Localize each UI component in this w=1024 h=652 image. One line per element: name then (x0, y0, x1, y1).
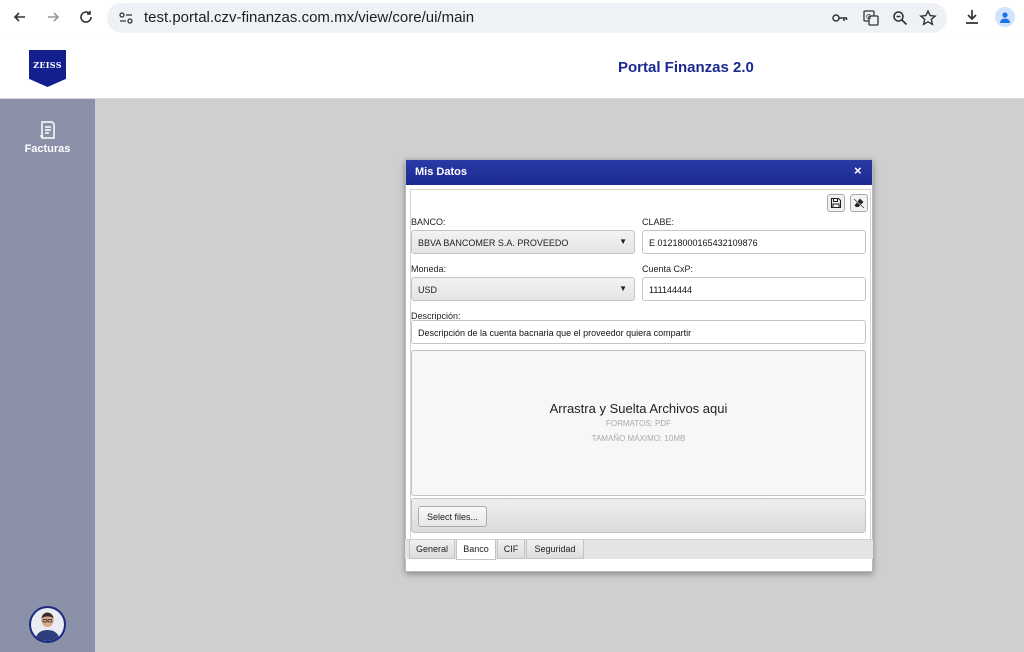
close-icon[interactable]: × (854, 164, 862, 178)
receipt-icon (39, 121, 55, 139)
zeiss-logo[interactable]: ZEISS (29, 50, 66, 87)
site-settings-icon[interactable] (117, 9, 135, 27)
app-title: Portal Finanzas 2.0 (618, 59, 754, 76)
app-header: ZEISS Portal Finanzas 2.0 (0, 38, 1024, 99)
tab-strip: General Banco CIF Seguridad (405, 539, 873, 560)
cuenta-cxp-input[interactable]: 111144444 (642, 277, 866, 301)
sidebar-item-facturas[interactable]: Facturas (0, 119, 95, 164)
upload-toolbar: Select files... (411, 498, 866, 533)
clear-button[interactable] (850, 194, 868, 212)
logo-text: ZEISS (33, 60, 62, 70)
save-button[interactable] (827, 194, 845, 212)
reload-icon[interactable] (76, 7, 96, 27)
sidebar: Facturas (0, 99, 95, 652)
dialog-title: Mis Datos (415, 166, 467, 178)
select-files-button[interactable]: Select files... (418, 506, 488, 527)
sidebar-item-label: Facturas (24, 143, 71, 155)
tab-seguridad[interactable]: Seguridad (526, 540, 584, 559)
dropzone-title: Arrastra y Suelta Archivos aqui (549, 401, 728, 416)
key-icon[interactable] (831, 9, 849, 27)
bookmark-star-icon[interactable] (919, 9, 937, 27)
avatar[interactable] (29, 606, 66, 643)
floppy-disk-icon (830, 197, 842, 209)
address-bar[interactable]: test.portal.czv-finanzas.com.mx/view/cor… (107, 3, 947, 33)
clabe-label: CLABE: (642, 217, 675, 227)
banco-select[interactable]: BBVA BANCOMER S.A. PROVEEDO ▼ (411, 230, 635, 254)
dropzone-max-size: TAMAÑO MÁXIMO: 10MB (591, 434, 686, 443)
tab-general[interactable]: General (409, 540, 455, 559)
forward-icon[interactable] (43, 7, 63, 27)
profile-icon[interactable] (995, 7, 1015, 27)
clabe-value: E 01218000165432109876 (649, 238, 758, 248)
svg-text:G: G (866, 13, 871, 21)
caret-down-icon: ▼ (619, 237, 627, 246)
descripcion-value: Descripción de la cuenta bacnaria que el… (418, 328, 692, 338)
moneda-select[interactable]: USD ▼ (411, 277, 635, 301)
dialog-titlebar[interactable]: Mis Datos × (406, 160, 872, 185)
banco-selected-value: BBVA BANCOMER S.A. PROVEEDO (418, 238, 569, 248)
descripcion-input[interactable]: Descripción de la cuenta bacnaria que el… (411, 320, 866, 344)
dropzone-formats: FORMATOS: PDF (605, 419, 672, 428)
browser-toolbar: test.portal.czv-finanzas.com.mx/view/cor… (0, 0, 1024, 38)
url-text[interactable]: test.portal.czv-finanzas.com.mx/view/cor… (144, 9, 474, 26)
banco-label: BANCO: (411, 217, 446, 227)
translate-icon[interactable]: G (862, 9, 880, 27)
download-icon[interactable] (963, 8, 981, 26)
zoom-icon[interactable] (891, 9, 909, 27)
moneda-label: Moneda: (411, 264, 447, 274)
tab-banco[interactable]: Banco (456, 540, 496, 560)
file-dropzone[interactable]: Arrastra y Suelta Archivos aqui FORMATOS… (411, 350, 866, 496)
cuenta-cxp-value: 111144444 (649, 285, 693, 295)
moneda-selected-value: USD (418, 285, 438, 295)
tab-cif[interactable]: CIF (497, 540, 525, 559)
clabe-input[interactable]: E 01218000165432109876 (642, 230, 866, 254)
caret-down-icon: ▼ (619, 284, 627, 293)
back-icon[interactable] (10, 7, 30, 27)
eraser-icon (853, 198, 865, 209)
cuenta-cxp-label: Cuenta CxP: (642, 264, 694, 274)
